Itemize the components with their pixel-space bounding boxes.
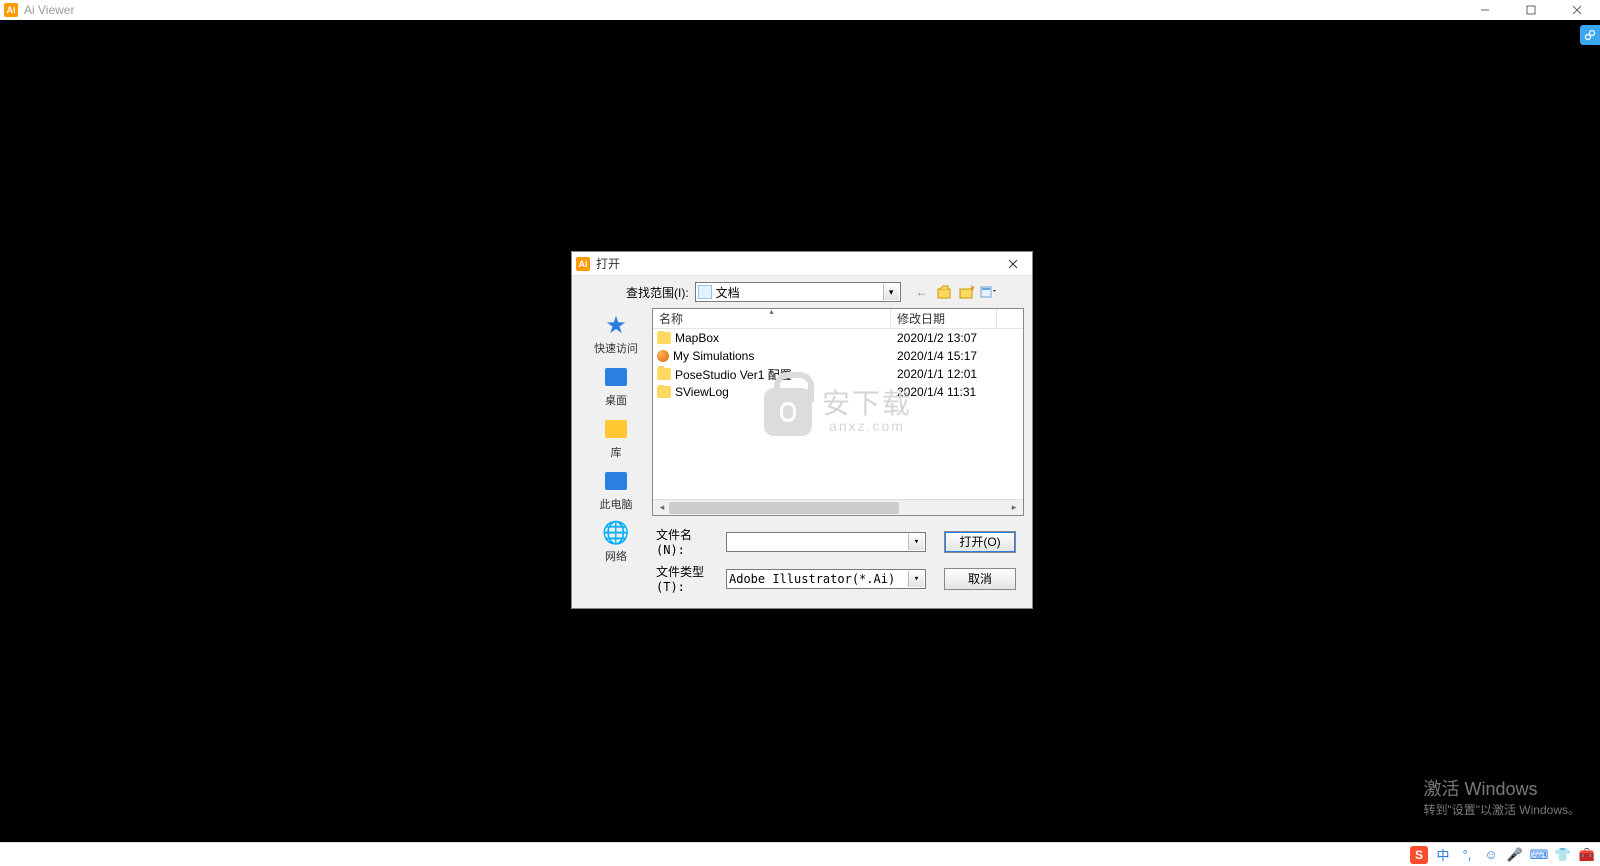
dialog-close-button[interactable] [998,254,1028,274]
horizontal-scrollbar[interactable]: ◂ ▸ [653,499,1023,515]
file-date: 2020/1/2 13:07 [891,331,997,345]
lookin-value: 文档 [716,284,740,301]
activation-line2: 转到"设置"以激活 Windows。 [1423,801,1580,818]
toolbox-icon[interactable]: 🧰 [1578,846,1596,864]
filename-input[interactable]: ▾ [726,532,926,552]
places-bar: ★ 快速访问 桌面 库 此电脑 🌐 网络 [580,308,652,516]
library-icon [603,416,629,442]
lookin-label: 查找范围(I): [626,284,689,301]
skin-icon[interactable]: 👕 [1554,846,1572,864]
folder-icon [657,368,671,380]
link-icon [1584,29,1596,41]
smiley-icon[interactable]: ☺ [1482,846,1500,864]
dialog-app-icon: Ai [576,257,590,271]
place-label: 库 [611,444,622,460]
lookin-select[interactable]: 文档 ▾ [695,282,901,302]
cancel-button[interactable]: 取消 [944,568,1016,590]
file-name: SViewLog [675,385,729,399]
star-icon: ★ [603,312,629,338]
file-row[interactable]: PoseStudio Ver1 配置 2020/1/1 12:01 [653,365,1023,383]
app-titlebar: Ai Ai Viewer [0,0,1600,20]
dialog-titlebar: Ai 打开 [572,252,1032,276]
file-row[interactable]: MapBox 2020/1/2 13:07 [653,329,1023,347]
taskbar: S 中 °, ☺ 🎤 ⌨ 👕 🧰 [0,842,1600,866]
lookin-row: 查找范围(I): 文档 ▾ ← ✶ [580,282,1024,302]
minimize-button[interactable] [1462,0,1508,20]
desktop-icon [603,364,629,390]
close-button[interactable] [1554,0,1600,20]
file-list[interactable]: MapBox 2020/1/2 13:07 My Simulations 2020/1… [653,329,1023,499]
filetype-value: Adobe Illustrator(*.Ai) [729,572,895,586]
punct-icon[interactable]: °, [1458,846,1476,864]
file-date: 2020/1/4 11:31 [891,385,997,399]
window-controls [1462,0,1600,20]
back-button[interactable]: ← [913,283,931,301]
folder-icon [657,332,671,344]
keyboard-icon[interactable]: ⌨ [1530,846,1548,864]
mic-icon[interactable]: 🎤 [1506,846,1524,864]
maximize-button[interactable] [1508,0,1554,20]
pc-icon [603,468,629,494]
app-title: Ai Viewer [24,3,74,17]
folder-icon [657,386,671,398]
chevron-down-icon[interactable]: ▾ [908,534,924,550]
place-this-pc[interactable]: 此电脑 [586,466,646,514]
open-dialog: Ai 打开 查找范围(I): 文档 ▾ ← ✶ [571,251,1033,609]
place-label: 快速访问 [594,340,638,356]
place-quick-access[interactable]: ★ 快速访问 [586,310,646,358]
file-date: 2020/1/1 12:01 [891,367,997,381]
right-edge-badge[interactable] [1580,25,1600,45]
documents-icon [698,285,712,299]
place-desktop[interactable]: 桌面 [586,362,646,410]
view-menu-button[interactable] [979,283,997,301]
scroll-left-icon[interactable]: ◂ [655,501,669,515]
filetype-select[interactable]: Adobe Illustrator(*.Ai) ▾ [726,569,926,589]
svg-text:✶: ✶ [969,285,974,293]
file-row[interactable]: SViewLog 2020/1/4 11:31 [653,383,1023,401]
scroll-thumb[interactable] [669,502,899,514]
chevron-down-icon[interactable]: ▾ [908,571,924,587]
filename-label: 文件名(N): [656,526,716,557]
new-folder-button[interactable]: ✶ [957,283,975,301]
file-date: 2020/1/4 15:17 [891,349,997,363]
place-label: 此电脑 [600,496,633,512]
file-name: MapBox [675,331,719,345]
sogou-ime-icon[interactable]: S [1410,846,1428,864]
globe-icon [657,350,669,362]
place-label: 桌面 [605,392,627,408]
file-row[interactable]: My Simulations 2020/1/4 15:17 [653,347,1023,365]
filetype-label: 文件类型(T): [656,563,716,594]
ime-lang-icon[interactable]: 中 [1434,846,1452,864]
scroll-right-icon[interactable]: ▸ [1007,501,1021,515]
file-list-header[interactable]: 名称 ▴ 修改日期 [653,309,1023,329]
activation-watermark: 激活 Windows 转到"设置"以激活 Windows。 [1423,775,1580,818]
activation-line1: 激活 Windows [1423,775,1580,801]
open-button[interactable]: 打开(O) [944,531,1016,553]
file-name: My Simulations [673,349,754,363]
column-header-name[interactable]: 名称 ▴ [653,309,891,328]
column-header-date[interactable]: 修改日期 [891,309,997,328]
sort-caret-icon: ▴ [769,307,773,316]
chevron-down-icon[interactable]: ▾ [883,284,899,300]
file-listing-pane: 名称 ▴ 修改日期 MapBox 2020/1/2 13:07 My Simulat… [652,308,1024,516]
up-folder-button[interactable] [935,283,953,301]
file-name: PoseStudio Ver1 配置 [675,366,792,383]
place-library[interactable]: 库 [586,414,646,462]
app-icon: Ai [4,3,18,17]
dialog-title: 打开 [596,255,620,272]
